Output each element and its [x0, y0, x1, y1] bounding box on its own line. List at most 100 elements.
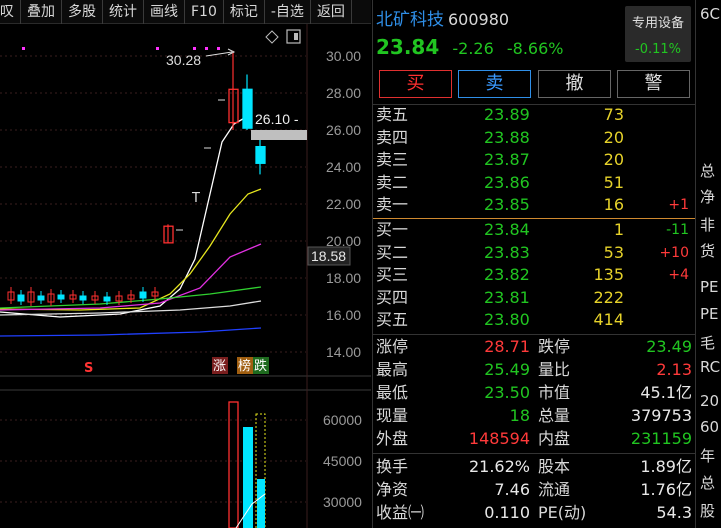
level-volume: 51	[603, 172, 624, 192]
signal-tag: 跌	[254, 358, 267, 374]
stat-label: 股本	[538, 457, 571, 476]
s-marker: S	[84, 361, 93, 376]
stat-value: 148594	[468, 429, 530, 448]
price-axis-label: 28.00	[326, 85, 361, 101]
stat-label: 量比	[538, 360, 571, 379]
toolbar-item[interactable]: 标记	[224, 0, 265, 24]
divider	[373, 453, 695, 454]
level-label: 卖一	[376, 195, 409, 214]
price-change-pct: -8.66%	[506, 39, 564, 58]
level-volume: 414	[593, 310, 624, 329]
order-book-row[interactable]: 买三 23.82 135 +4	[376, 264, 692, 286]
level-label: 买五	[376, 310, 409, 329]
stat-label: 最高	[376, 360, 409, 379]
level-label: 卖五	[376, 105, 409, 124]
finance-label: PE	[700, 305, 719, 323]
order-book-row[interactable]: 买二 23.83 53 +10	[376, 242, 692, 264]
stock-name[interactable]: 北矿科技	[376, 10, 444, 30]
toolbar-item[interactable]: 返回	[311, 0, 352, 24]
panel-toggle-icon	[294, 33, 298, 40]
level-price: 23.86	[484, 172, 530, 192]
toolbar-item[interactable]: -自选	[265, 0, 311, 24]
candle-body	[79, 295, 87, 301]
stat-value: 379753	[630, 406, 692, 425]
stat-value: 231159	[630, 429, 692, 448]
toolbar-item[interactable]: 多股	[62, 0, 103, 24]
stats-row: 最高 25.49 量比 2.13	[376, 359, 692, 381]
stats-row: 换手 21.62% 股本 1.89亿	[376, 456, 692, 478]
sector-box[interactable]: 专用设备 -0.11%	[625, 6, 691, 62]
signal-dot	[205, 47, 208, 50]
signal-tag: 涨	[213, 359, 226, 374]
kline-chart[interactable]: 30.0028.0026.0024.0022.0020.0018.0016.00…	[0, 24, 371, 528]
candle-body	[57, 294, 65, 300]
toolbar-item[interactable]: 画线	[144, 0, 185, 24]
order-book-row[interactable]: 买五 23.80 414	[376, 309, 692, 331]
stat-value: 23.49	[646, 337, 692, 356]
price-axis-label: 30.00	[326, 48, 361, 64]
finance-label: 20	[700, 392, 720, 410]
price-axis-label: 26.00	[326, 122, 361, 138]
stats-row: 净资 7.46 流通 1.76亿	[376, 479, 692, 501]
quote-panel: 北矿科技 600980 23.84 -2.26 -8.66% 专用设备 -0.11…	[372, 0, 695, 528]
order-book-row[interactable]: 卖三 23.87 20	[376, 149, 692, 171]
candle-body	[255, 146, 266, 164]
volume-axis-label: 60000	[323, 412, 362, 428]
level-label: 买四	[376, 287, 409, 307]
level-price: 23.81	[484, 287, 530, 307]
stat-value: 7.46	[494, 480, 530, 499]
toolbar-item[interactable]: F10	[185, 0, 224, 24]
stat-label: 净资	[376, 480, 409, 499]
order-book-row[interactable]: 卖五 23.89 73	[376, 104, 692, 126]
candle-body	[37, 295, 45, 301]
last-price: 23.84	[376, 35, 440, 59]
finance-column: 6C 总净非货 PE PE 毛 RC 20 60 年总股	[695, 0, 721, 528]
level-volume: 73	[603, 105, 624, 124]
level-price: 23.82	[484, 265, 530, 284]
bid-ask-divider	[373, 218, 695, 219]
level-volume: 20	[603, 127, 624, 147]
price-axis-label: 14.00	[326, 344, 361, 360]
cursor-price-label: 18.58	[311, 248, 346, 264]
order-book-row[interactable]: 卖一 23.85 16 +1	[376, 194, 692, 216]
candle-body	[17, 294, 25, 302]
stat-value: 23.50	[484, 383, 530, 402]
stat-label: 跌停	[538, 337, 571, 356]
toolbar-item[interactable]: 叹	[0, 0, 21, 24]
stats-row: 收益㈠ 0.110 PE(动) 54.3	[376, 502, 692, 524]
stat-label: 流通	[538, 480, 571, 499]
order-book-row[interactable]: 买一 23.84 1 -11	[376, 219, 692, 241]
candle-body	[103, 296, 111, 302]
order-book-row[interactable]: 卖四 23.88 20	[376, 127, 692, 149]
level-price: 23.83	[484, 242, 530, 262]
alert-button[interactable]: 警	[617, 70, 690, 98]
level-label: 卖四	[376, 127, 409, 147]
finance-label: PE	[700, 278, 719, 296]
current-price-label: 26.10 -	[255, 111, 299, 127]
price-change: -2.26	[452, 39, 494, 58]
stat-value: 45.1亿	[640, 383, 692, 402]
finance-label: 总	[700, 162, 716, 180]
price-line-box	[251, 130, 307, 140]
sell-button[interactable]: 卖	[458, 70, 531, 98]
order-book-row[interactable]: 买四 23.81 222	[376, 287, 692, 309]
t-marker: T	[191, 191, 200, 206]
level-label: 卖二	[376, 172, 409, 192]
stat-value: 2.13	[656, 360, 692, 379]
order-book-row[interactable]: 卖二 23.86 51	[376, 172, 692, 194]
volume-bar	[243, 427, 253, 528]
signal-dot	[22, 47, 25, 50]
finance-label: 总	[700, 474, 716, 492]
volume-axis-label: 45000	[323, 453, 362, 469]
toolbar-item[interactable]: 叠加	[21, 0, 62, 24]
stats-row: 外盘 148594 内盘 231159	[376, 428, 692, 450]
buy-button[interactable]: 买	[379, 70, 452, 98]
toolbar-item[interactable]: 统计	[103, 0, 144, 24]
cancel-button[interactable]: 撤	[538, 70, 611, 98]
finance-label: RC	[700, 358, 721, 376]
signal-dot	[217, 47, 220, 50]
stat-label: 市值	[538, 383, 571, 402]
chart-toolbar: 叹叠加 多股 统计 画线 F10 标记 -自选 返回	[0, 0, 371, 24]
stat-value: 25.49	[484, 360, 530, 379]
finance-label: 货	[700, 242, 716, 260]
